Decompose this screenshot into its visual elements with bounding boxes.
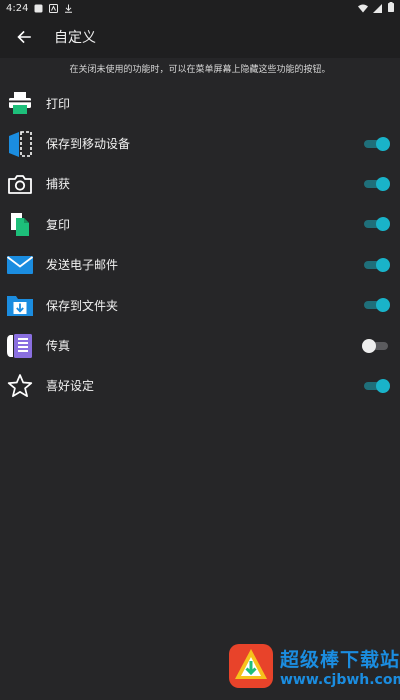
info-text: 在关闭未使用的功能时，可以在菜单屏幕上隐藏这些功能的按钮。 xyxy=(69,65,331,75)
download-icon xyxy=(64,4,73,13)
watermark-logo-icon xyxy=(228,643,274,689)
list-item-save-to-device[interactable]: 保存到移动设备 xyxy=(0,123,400,163)
page-title: 自定义 xyxy=(54,30,96,46)
toggle-preferences[interactable] xyxy=(364,378,390,393)
signal-icon xyxy=(373,3,382,13)
list-item-fax[interactable]: 传真 xyxy=(0,325,400,365)
watermark: 超级棒下载站 www.cjbwh.com xyxy=(228,638,400,694)
battery-icon xyxy=(388,1,394,15)
list-item-preferences[interactable]: 喜好设定 xyxy=(0,366,400,406)
toggle-copy[interactable] xyxy=(364,217,390,232)
arrow-left-icon xyxy=(17,30,31,44)
list-item-label: 保存到移动设备 xyxy=(46,137,131,152)
watermark-title: 超级棒下载站 xyxy=(280,648,400,671)
list-item-label: 传真 xyxy=(46,339,71,354)
app-notification-icon xyxy=(49,3,59,13)
list-item-label: 发送电子邮件 xyxy=(46,258,119,273)
wifi-icon xyxy=(358,4,368,13)
notification-icon xyxy=(34,4,43,13)
toggle-fax[interactable] xyxy=(362,338,388,353)
back-button[interactable] xyxy=(4,17,44,57)
printer-icon xyxy=(6,89,34,117)
list-item-print[interactable]: 打印 xyxy=(0,83,400,123)
list-item-label: 复印 xyxy=(46,217,71,232)
camera-icon xyxy=(6,170,34,198)
list-item-send-email[interactable]: 发送电子邮件 xyxy=(0,245,400,285)
save-to-device-icon xyxy=(6,130,34,158)
list-item-save-to-folder[interactable]: 保存到文件夹 xyxy=(0,285,400,325)
list-item-label: 捕获 xyxy=(46,177,71,192)
copy-icon xyxy=(6,210,34,238)
toolbar: 自定义 xyxy=(0,16,400,58)
list-item-capture[interactable]: 捕获 xyxy=(0,164,400,204)
toggle-save-to-folder[interactable] xyxy=(364,298,390,313)
list-item-label: 保存到文件夹 xyxy=(46,298,119,313)
envelope-icon xyxy=(6,251,34,279)
star-icon xyxy=(6,372,34,400)
folder-download-icon xyxy=(6,291,34,319)
fax-icon xyxy=(6,332,34,360)
toggle-save-to-device[interactable] xyxy=(364,136,390,151)
list-item-copy[interactable]: 复印 xyxy=(0,204,400,244)
list-item-label: 喜好设定 xyxy=(46,379,95,394)
watermark-url: www.cjbwh.com xyxy=(280,671,400,688)
settings-list: 打印 保存到移动设备 捕获 复印 发送电子邮件 保存到文件夹 传真 喜好设定 xyxy=(0,83,400,406)
status-time: 4:24 xyxy=(6,2,29,14)
toggle-send-email[interactable] xyxy=(364,257,390,272)
toggle-capture[interactable] xyxy=(364,176,390,191)
status-bar: 4:24 xyxy=(0,0,400,16)
list-item-label: 打印 xyxy=(46,96,71,111)
